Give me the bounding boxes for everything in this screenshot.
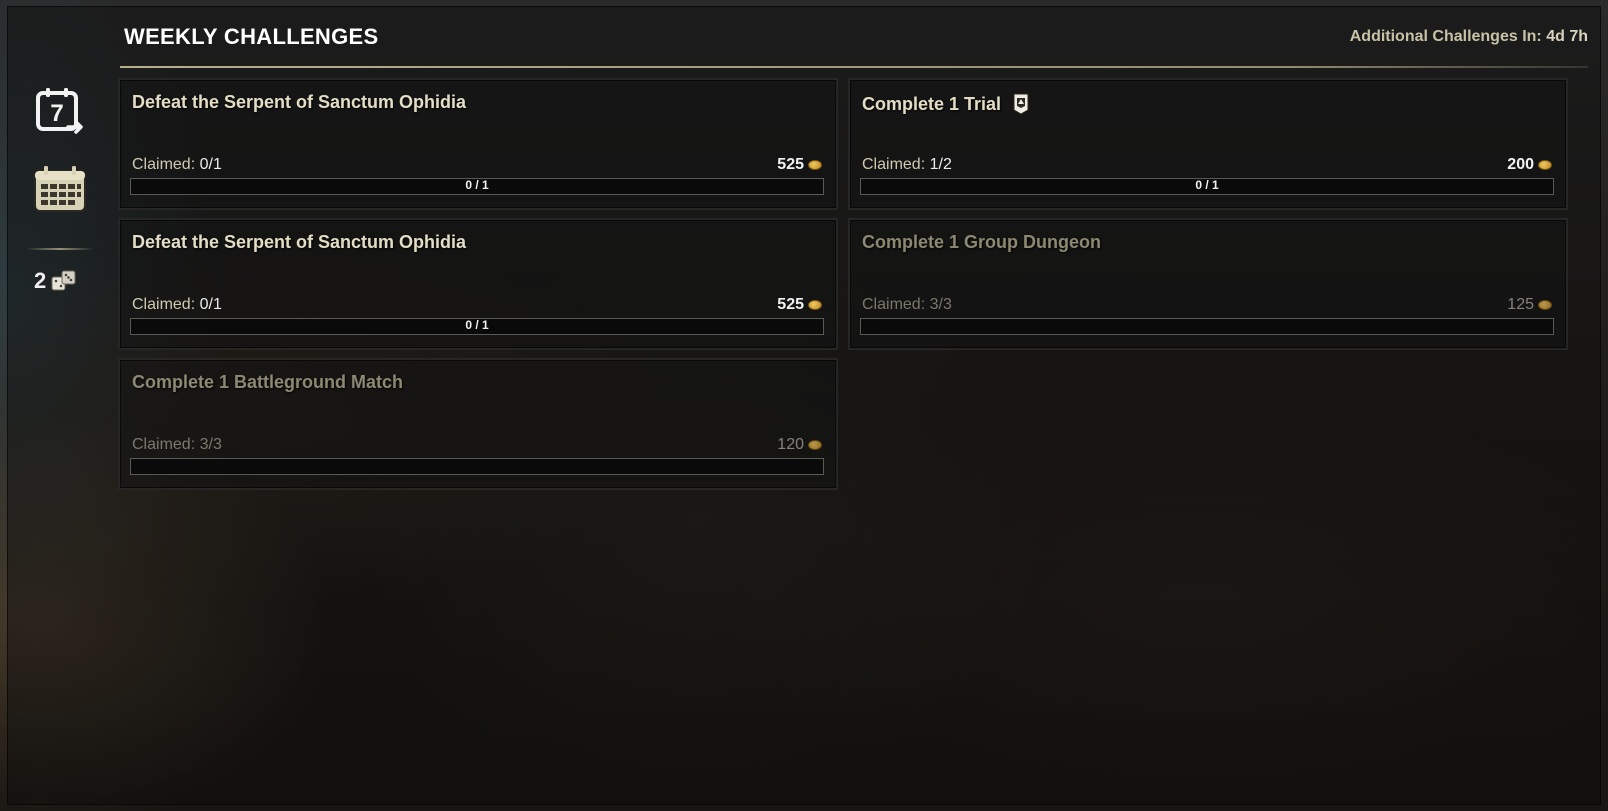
challenge-reward: 125 [1507,296,1552,314]
challenge-title: Defeat the Serpent of Sanctum Ophidia [132,232,467,252]
header-divider [120,66,1588,68]
dice-tokens-icon [51,270,76,291]
challenge-progress-bar: 0 / 1 [130,178,824,195]
challenge-progress-bar [860,318,1554,335]
page-title: WEEKLY CHALLENGES [124,24,379,49]
challenge-card[interactable]: Defeat the Serpent of Sanctum Ophidia Cl… [118,78,838,210]
challenge-claimed: Claimed: 1/2 [862,156,952,173]
challenge-progress-bar [130,458,824,475]
challenge-reward: 525 [777,156,822,174]
weekly-challenges-tab[interactable]: 7 [32,84,88,140]
additional-challenges-timer: Additional Challenges In: 4d 7h [1350,28,1588,46]
progress-label: 0 / 1 [1195,178,1219,192]
calendar-7-icon: 7 [36,88,83,134]
weekly-tab-number: 7 [50,100,63,127]
timer-label: Additional Challenges In: [1349,28,1542,45]
challenge-claimed: Claimed: 0/1 [132,156,222,173]
challenge-card-completed[interactable]: Complete 1 Battleground Match Claimed: 3… [118,358,838,490]
gold-coin-icon [808,440,822,450]
challenge-card-completed[interactable]: Complete 1 Group Dungeon Claimed: 3/3 12… [848,218,1568,350]
progress-label: 0 / 1 [465,318,489,332]
gold-coin-icon [808,300,822,310]
tokens-counter: 2 [34,268,78,294]
gold-coin-icon [808,160,822,170]
timer-value: 4d 7h [1546,28,1588,45]
challenge-reward: 120 [777,436,822,454]
challenge-claimed: Claimed: 3/3 [862,296,952,313]
tokens-count: 2 [34,268,47,293]
challenge-claimed: Claimed: 3/3 [132,436,222,453]
challenge-card[interactable]: Complete 1 Trial Claimed: 1/2 200 0 / 1 [848,78,1568,210]
challenge-claimed: Claimed: 0/1 [132,296,222,313]
challenge-progress-bar: 0 / 1 [130,318,824,335]
challenge-title: Complete 1 Trial [862,92,1031,116]
challenge-title: Complete 1 Group Dungeon [862,232,1102,252]
challenge-card[interactable]: Defeat the Serpent of Sanctum Ophidia Cl… [118,218,838,350]
calendar-grid-icon [34,166,86,212]
trial-banner-icon [1013,93,1029,115]
challenge-reward: 525 [777,296,822,314]
gold-coin-icon [1538,300,1552,310]
challenge-title: Complete 1 Battleground Match [132,372,404,392]
gold-coin-icon [1538,160,1552,170]
calendar-tab[interactable] [32,162,88,218]
challenge-title: Defeat the Serpent of Sanctum Ophidia [132,92,467,112]
rail-divider [26,248,94,250]
progress-label: 0 / 1 [465,178,489,192]
challenge-progress-bar: 0 / 1 [860,178,1554,195]
challenge-reward: 200 [1507,156,1552,174]
